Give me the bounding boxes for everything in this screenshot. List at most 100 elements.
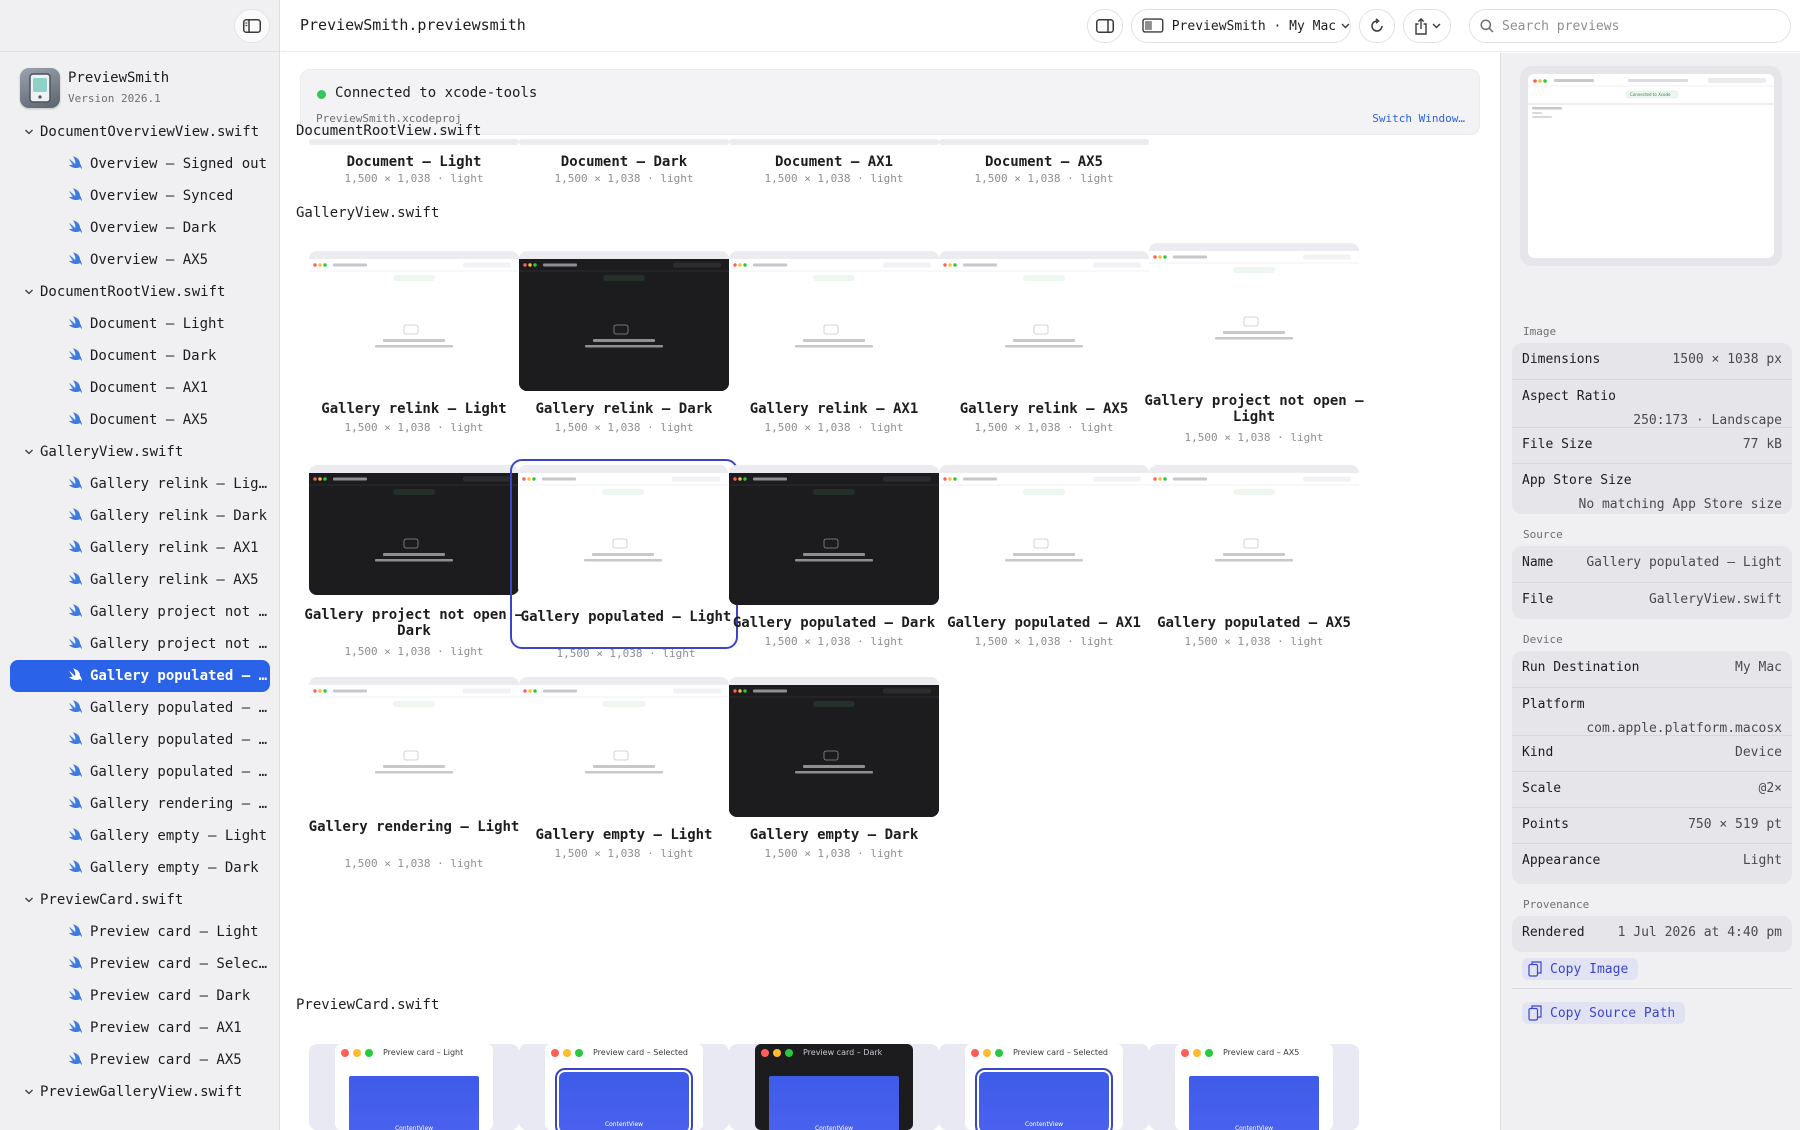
search-input[interactable] (1502, 18, 1772, 34)
preview-thumbnail (309, 465, 519, 595)
sidebar-file-group[interactable]: DocumentOverviewView.swift (0, 116, 279, 148)
sidebar-preview-item[interactable]: Gallery empty — Dark (10, 852, 270, 884)
sidebar-preview-item[interactable]: Document — AX5 (10, 404, 270, 436)
preview-thumbnail (518, 465, 728, 595)
sidebar-preview-item[interactable]: Gallery populated — AX1 (10, 724, 270, 756)
preview-thumbnail: Preview card – Light ContentView (309, 1044, 519, 1130)
inspector-row: Kind Device (1512, 735, 1792, 771)
sidebar-preview-item[interactable]: Gallery empty — Light (10, 820, 270, 852)
preview-card[interactable]: Gallery populated — AX5 1,500 × 1,038 · l… (1140, 465, 1368, 657)
sidebar-toggle-button[interactable] (234, 9, 270, 43)
inspector-group: Rendered 1 Jul 2026 at 4:40 pm (1512, 916, 1792, 952)
sidebar-file-group[interactable]: PreviewCard.swift (0, 884, 279, 916)
search-field[interactable] (1469, 9, 1791, 43)
sidebar-file-group[interactable]: GalleryView.swift (0, 436, 279, 468)
sidebar-preview-item[interactable]: Preview card — AX5 (10, 1044, 270, 1076)
preview-card-window: Preview card – Dark ContentView (755, 1044, 913, 1130)
sidebar-preview-item[interactable]: Gallery relink — Light (10, 468, 270, 500)
sidebar-preview-item[interactable]: Gallery rendering — Li… (10, 788, 270, 820)
inspector-value: 1 Jul 2026 at 4:40 pm (1617, 925, 1782, 940)
refresh-button[interactable] (1359, 9, 1395, 43)
preview-card[interactable]: Gallery populated — AX1 1,500 × 1,038 · l… (930, 465, 1158, 657)
sidebar-preview-item[interactable]: Gallery populated — AX5 (10, 756, 270, 788)
refresh-icon (1371, 18, 1383, 32)
preview-shot (518, 473, 728, 595)
sidebar-file-group[interactable]: PreviewGalleryView.swift (0, 1076, 279, 1108)
inspector-value: 1500 × 1038 px (1672, 352, 1782, 367)
preview-card[interactable]: Gallery rendering — Light 1,500 × 1,038 ·… (300, 677, 528, 870)
sidebar-preview-item[interactable]: Document — AX1 (10, 372, 270, 404)
preview-card[interactable]: Gallery relink — Dark 1,500 × 1,038 · lig… (510, 251, 738, 443)
preview-card-title: Gallery relink — Light (321, 401, 507, 417)
preview-card[interactable]: Gallery relink — AX5 1,500 × 1,038 · ligh… (930, 251, 1158, 443)
inspector-toggle-button[interactable] (1087, 9, 1123, 43)
sidebar-preview-item[interactable]: Preview card — Dark (10, 980, 270, 1012)
copy-source-path-button[interactable]: Copy Source Path (1522, 1002, 1686, 1024)
preview-card[interactable]: Preview card – Selected ContentView (930, 1044, 1158, 1130)
inspector-row: File Size 77 kB (1512, 427, 1792, 463)
swift-preview-icon (69, 860, 82, 874)
app-header: PreviewSmith Version 2026.1 (0, 52, 279, 116)
sidebar-preview-item[interactable]: Gallery relink — Dark (10, 500, 270, 532)
inspector-row: Run Destination My Mac (1512, 651, 1792, 687)
window-zoom-dot (575, 1049, 583, 1057)
sidebar-preview-item[interactable]: Gallery populated — Li… (10, 660, 270, 692)
sidebar-preview-item[interactable]: Document — Light (10, 308, 270, 340)
sidebar-preview-item[interactable]: Gallery project not op… (10, 596, 270, 628)
preview-card[interactable]: Preview card – AX5 ContentView (1140, 1044, 1368, 1130)
preview-shot (1149, 473, 1359, 605)
sidebar-preview-label: Overview — AX5 (90, 252, 209, 268)
preview-thumbnail: Preview card – Dark ContentView (729, 1044, 939, 1130)
preview-card[interactable]: Document — AX5 1,500 × 1,038 · light (930, 139, 1158, 189)
sidebar-preview-item[interactable]: Document — Dark (10, 340, 270, 372)
sidebar-preview-item[interactable]: Overview — AX5 (10, 244, 270, 276)
copy-image-button[interactable]: Copy Image (1522, 958, 1639, 980)
preview-card-selected[interactable]: Gallery populated — Light 1,500 × 1,038 ·… (510, 459, 738, 660)
preview-card[interactable]: Gallery relink — Light 1,500 × 1,038 · li… (300, 251, 528, 443)
preview-card-title: Gallery populated — Light (520, 609, 732, 625)
preview-card-meta: 1,500 × 1,038 · light (974, 635, 1114, 648)
gallery-canvas[interactable]: Connected to xcode-tools PreviewSmith.xc… (281, 53, 1499, 1130)
switch-window-link[interactable]: Switch Window… (1372, 112, 1465, 125)
swift-preview-icon (69, 764, 82, 778)
preview-card[interactable]: Gallery populated — Dark 1,500 × 1,038 · … (720, 465, 948, 657)
sidebar-preview-label: Document — Light (90, 316, 225, 332)
preview-card[interactable]: Gallery project not open — Dark 1,500 × 1… (300, 465, 528, 658)
preview-card[interactable]: Document — AX1 1,500 × 1,038 · light (720, 139, 948, 189)
preview-card[interactable]: Gallery relink — AX1 1,500 × 1,038 · ligh… (720, 251, 948, 443)
preview-card-meta: 1,500 × 1,038 · light (344, 857, 484, 870)
preview-card-meta: 1,500 × 1,038 · light (764, 421, 904, 434)
preview-card[interactable]: Document — Light 1,500 × 1,038 · light (300, 139, 528, 189)
preview-thumbnail (729, 251, 939, 391)
window-close-dot (341, 1049, 349, 1057)
preview-card-window-title: Preview card – Dark (803, 1048, 883, 1057)
content-view-label: ContentView (1234, 1125, 1274, 1130)
sidebar-preview-item[interactable]: Preview card — Light (10, 916, 270, 948)
preview-card[interactable]: Preview card – Dark ContentView (720, 1044, 948, 1130)
content-view-tile: ContentView (555, 1068, 693, 1130)
swift-preview-icon (69, 188, 82, 202)
inspector-value: GalleryView.swift (1648, 592, 1782, 607)
sidebar-preview-item[interactable]: Gallery populated — Da… (10, 692, 270, 724)
preview-card[interactable]: Preview card – Light ContentView (300, 1044, 528, 1130)
content-view-label: ContentView (394, 1125, 434, 1130)
preview-card[interactable]: Gallery empty — Light 1,500 × 1,038 · lig… (510, 677, 738, 869)
share-button[interactable] (1403, 9, 1451, 43)
preview-card[interactable]: Gallery project not open — Light 1,500 × … (1140, 243, 1368, 444)
preview-card[interactable]: Preview card – Selected ContentView (510, 1044, 738, 1130)
sidebar-preview-item[interactable]: Gallery relink — AX1 (10, 532, 270, 564)
connection-status-dot (317, 90, 326, 99)
preview-card[interactable]: Document — Dark 1,500 × 1,038 · light (510, 139, 738, 189)
preview-card[interactable]: Gallery empty — Dark 1,500 × 1,038 · ligh… (720, 677, 948, 869)
run-destination-picker[interactable]: PreviewSmith · My Mac (1131, 9, 1351, 43)
sidebar-preview-item[interactable]: Overview — Synced (10, 180, 270, 212)
swift-preview-icon (69, 1020, 82, 1034)
sidebar-preview-item[interactable]: Overview — Dark (10, 212, 270, 244)
sidebar-preview-item[interactable]: Gallery project not op… (10, 628, 270, 660)
sidebar-preview-item[interactable]: Gallery relink — AX5 (10, 564, 270, 596)
sidebar-preview-item[interactable]: Preview card — AX1 (10, 1012, 270, 1044)
sidebar-preview-item[interactable]: Overview — Signed out (10, 148, 270, 180)
sidebar-file-group[interactable]: DocumentRootView.swift (0, 276, 279, 308)
sidebar-preview-item[interactable]: Preview card — Selected (10, 948, 270, 980)
inspector-section-label: Source (1523, 528, 1563, 541)
